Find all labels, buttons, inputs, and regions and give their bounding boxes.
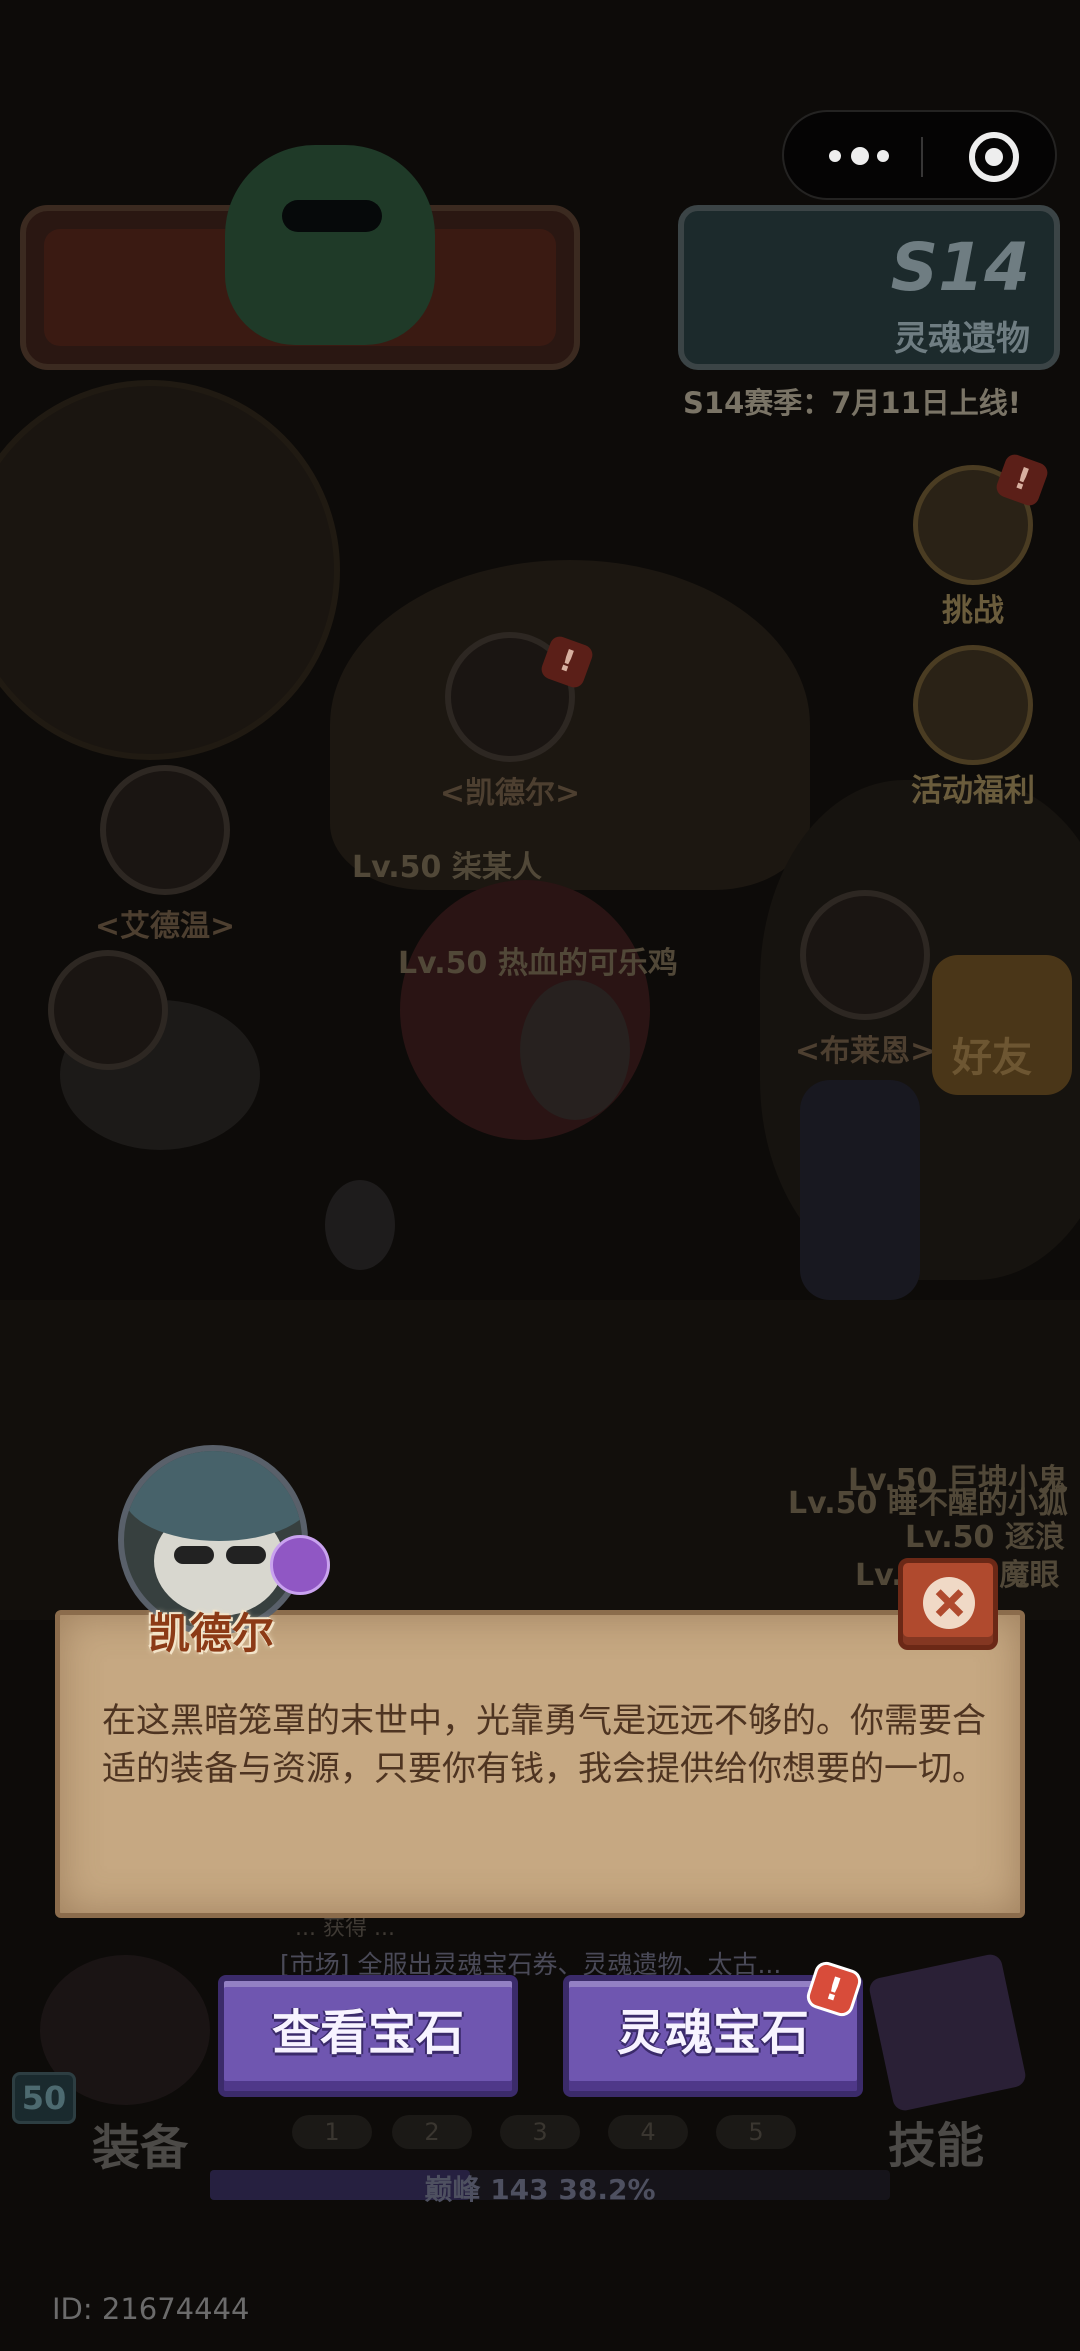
npc-unnamed-purple[interactable] [38, 950, 178, 1070]
peak-progress-text: 巅峰 143 38.2% [424, 2173, 656, 2206]
purple-orb-icon [48, 950, 168, 1070]
background-circle-building [0, 380, 340, 760]
friends-label: 好友 [952, 1035, 1032, 1081]
season-date-text: S14赛季：7月11日上线! [683, 386, 1022, 420]
npc-brian-name: <布莱恩> [794, 1034, 936, 1069]
skill-slot[interactable]: 1 [292, 2115, 372, 2149]
skill-slot[interactable]: 3 [500, 2115, 580, 2149]
dialog-speaker-name: 凯德尔 [148, 1609, 275, 1658]
cat-right-eye [226, 1546, 266, 1564]
skill-slot[interactable]: 5 [716, 2115, 796, 2149]
npc-edwin[interactable]: <艾德温> [75, 765, 255, 945]
target-circle-icon[interactable] [969, 132, 1019, 182]
view-gems-button[interactable]: 查看宝石 [218, 1975, 518, 2097]
event-rewards-label: 活动福利 [911, 773, 1035, 809]
user-id: ID: 21674444 [52, 2292, 250, 2326]
skill-slot[interactable]: 4 [608, 2115, 688, 2149]
capsule-divider [921, 137, 923, 177]
challenge-label: 挑战 [942, 593, 1004, 629]
player-tag: Lv.50 柒某人 [352, 850, 542, 885]
character-white-cat[interactable] [520, 980, 630, 1120]
skill-book-icon[interactable] [867, 1952, 1028, 2113]
character-top-hat[interactable] [800, 1080, 920, 1300]
scroll-icon [800, 890, 930, 1020]
close-icon [923, 1577, 975, 1629]
cat-left-eye [174, 1546, 214, 1564]
cat-hood [124, 1451, 302, 1541]
more-dots-icon[interactable] [829, 147, 899, 165]
npc-brian[interactable]: <布莱恩> [775, 890, 955, 1070]
fox-head-icon [100, 765, 230, 895]
season-title: S14 [890, 229, 1030, 306]
npc-kaider-name: <凯德尔> [439, 776, 581, 811]
skill-label[interactable]: 技能 [888, 2106, 984, 2176]
gem-orb-icon [270, 1535, 330, 1595]
lantern-icon [913, 645, 1033, 765]
dialog-text: 在这黑暗笼罩的末世中，光靠勇气是远远不够的。你需要合适的装备与资源，只要你有钱，… [102, 1701, 986, 1789]
close-dialog-button[interactable] [898, 1558, 998, 1650]
view-gems-label: 查看宝石 [271, 2005, 464, 2061]
season-banner[interactable]: S14 灵魂遗物 [678, 205, 1060, 370]
skill-slot[interactable]: 2 [392, 2115, 472, 2149]
game-scene: S14 灵魂遗物 S14赛季：7月11日上线! 挑战 ! 活动福利 好友 <凯德… [0, 0, 1080, 2351]
season-subtitle: 灵魂遗物 [894, 319, 1030, 359]
player-tag: Lv.50 热血的可乐鸡 [398, 946, 678, 981]
level-badge: 50 [12, 2072, 76, 2124]
npc-edwin-name: <艾德温> [94, 909, 236, 944]
frog-mascot [225, 145, 435, 345]
character-small-cat[interactable] [325, 1180, 395, 1270]
event-rewards-button[interactable]: 活动福利 [898, 645, 1048, 810]
frog-sunglasses [282, 200, 382, 232]
miniprogram-capsule [782, 110, 1057, 200]
